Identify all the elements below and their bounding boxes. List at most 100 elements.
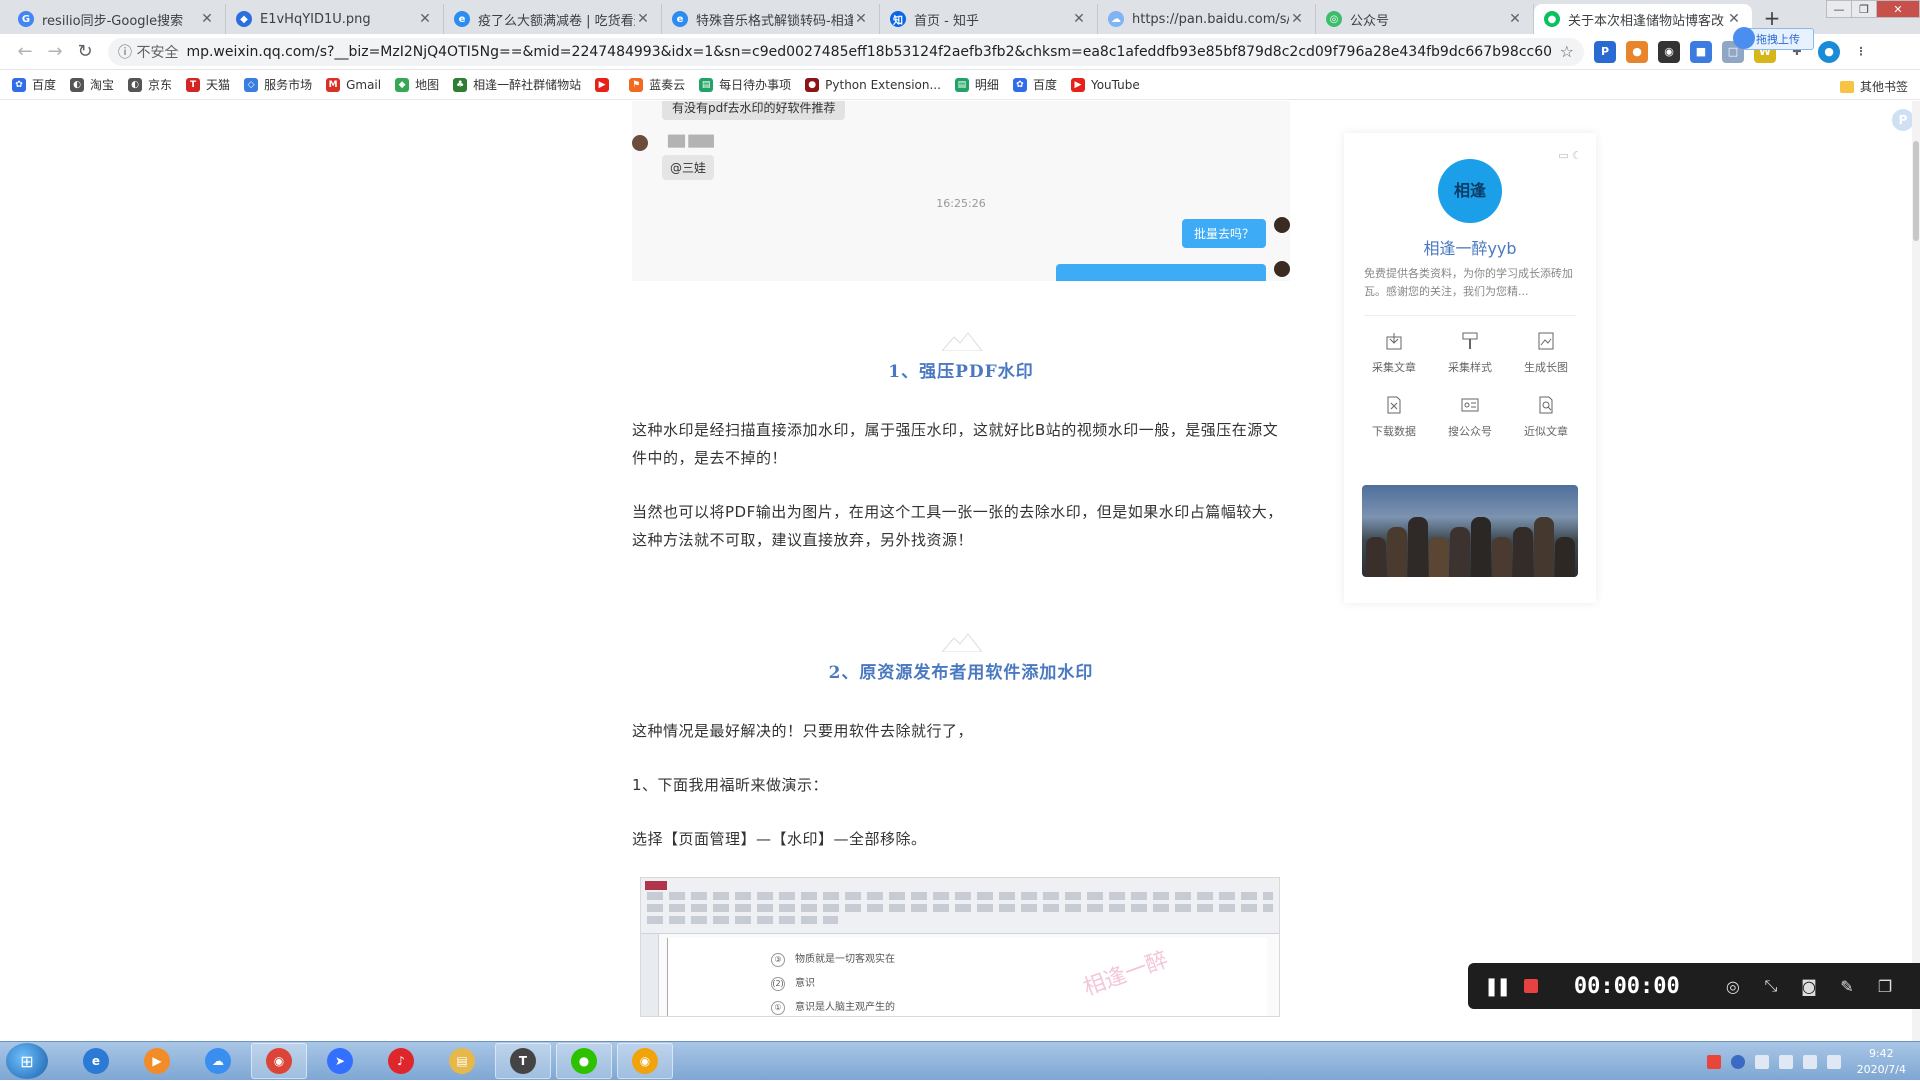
close-window-icon[interactable]: ✕ <box>1876 0 1920 18</box>
profile-action[interactable]: 近似文章 <box>1508 395 1584 439</box>
browser-tab[interactable]: ● 关于本次相逢储物站博客改 ✕ <box>1534 4 1752 34</box>
taskbar-app[interactable]: ♪ <box>373 1043 429 1079</box>
taskbar-app[interactable]: ☁ <box>190 1043 246 1079</box>
bookmark-item[interactable]: ▶ <box>595 77 615 92</box>
bookmark-item[interactable]: T 天猫 <box>186 76 230 93</box>
drag-upload-chip[interactable]: 拖拽上传 <box>1733 27 1814 50</box>
bookmark-item[interactable]: M Gmail <box>326 77 381 92</box>
vertical-scrollbar[interactable] <box>1912 101 1920 1041</box>
bookmark-item[interactable]: ✿ 百度 <box>1012 76 1057 93</box>
maximize-icon[interactable]: ❐ <box>1851 0 1877 18</box>
browser-tab[interactable]: Gresilio同步-Google搜索 ✕ <box>8 4 226 34</box>
account-avatar[interactable]: 相逢 <box>1438 159 1502 223</box>
taskbar-app[interactable]: ➤ <box>312 1043 368 1079</box>
tab-close-icon[interactable]: ✕ <box>199 11 215 27</box>
tab-close-icon[interactable]: ✕ <box>1726 11 1742 27</box>
tab-close-icon[interactable]: ✕ <box>417 11 433 27</box>
other-bookmarks[interactable]: 其他书签 <box>1839 78 1908 95</box>
bookmark-item[interactable]: ▤ 明细 <box>954 76 999 93</box>
extension-mask-icon[interactable]: ◉ <box>1658 40 1680 63</box>
profile-action[interactable]: 采集样式 <box>1432 331 1508 375</box>
bookmark-item[interactable]: ◐ 淘宝 <box>70 76 114 93</box>
taskbar-app[interactable]: ◉ <box>617 1043 673 1079</box>
bookmark-item[interactable]: ⚑ 蓝奏云 <box>629 76 685 93</box>
bookmark-icon: ✿ <box>12 77 26 92</box>
shrink-icon[interactable]: ⤡ <box>1752 976 1790 996</box>
taskbar-app[interactable]: ▤ <box>434 1043 490 1079</box>
camera-icon[interactable]: ◙ <box>1790 977 1828 996</box>
taskbar-app[interactable]: ▶ <box>129 1043 185 1079</box>
browser-tab[interactable]: ◎ 公众号 ✕ <box>1316 4 1534 34</box>
tab-close-icon[interactable]: ✕ <box>853 11 869 27</box>
bookmark-item[interactable]: ● Python Extension... <box>805 77 941 92</box>
stop-icon[interactable] <box>1524 979 1538 993</box>
taskbar-app[interactable]: T <box>495 1043 551 1079</box>
floating-p-icon[interactable]: P <box>1892 109 1914 131</box>
bookmark-item[interactable]: ◇ 服务市场 <box>244 76 312 93</box>
account-name[interactable]: 相逢一醉yyb <box>1344 235 1596 259</box>
browser-tab[interactable]: ◆ E1vHqYID1U.png ✕ <box>226 4 444 34</box>
sogou-ime-icon[interactable] <box>1706 1054 1721 1069</box>
forward-icon[interactable]: → <box>40 37 70 67</box>
profile-action[interactable]: 搜公众号 <box>1432 395 1508 439</box>
bookmark-label: 明细 <box>974 78 999 92</box>
tab-close-icon[interactable]: ✕ <box>1289 11 1305 27</box>
taskbar-app[interactable]: e <box>68 1043 124 1079</box>
scrollbar-thumb[interactable] <box>1913 141 1919 241</box>
tab-close-icon[interactable]: ✕ <box>635 11 651 27</box>
browser-tab[interactable]: e 特殊音乐格式解锁转码-相逢 ✕ <box>662 4 880 34</box>
browser-tab[interactable]: e 疫了么大额满减卷 | 吃货看这 ✕ <box>444 4 662 34</box>
bookmark-item[interactable]: ◐ 京东 <box>128 76 172 93</box>
profile-action[interactable]: 下载数据 <box>1356 395 1432 439</box>
pen-icon[interactable]: ✎ <box>1828 977 1866 996</box>
security-indicator[interactable]: ⓘ 不安全 <box>118 42 178 62</box>
reload-icon[interactable]: ↻ <box>70 37 100 67</box>
volume-icon[interactable] <box>1826 1054 1841 1069</box>
bookmark-star-icon[interactable]: ☆ <box>1560 42 1574 61</box>
tab-close-icon[interactable]: ✕ <box>1071 11 1087 27</box>
profile-avatar-icon[interactable]: ● <box>1818 40 1840 63</box>
anime-banner-image[interactable] <box>1362 485 1578 577</box>
browser-tab[interactable]: 知首页 - 知乎 ✕ <box>880 4 1098 34</box>
screenshot-page <box>667 938 1267 1016</box>
bookmark-label: Python Extension... <box>825 77 941 92</box>
tab-close-icon[interactable]: ✕ <box>1507 11 1523 27</box>
system-clock[interactable]: 9:42 2020/7/4 <box>1857 1046 1906 1078</box>
tab-title: https://pan.baidu.com/s/1 <box>1132 11 1289 27</box>
bookmark-label: 每日待办事项 <box>719 78 792 92</box>
bookmark-item[interactable]: ▶ YouTube <box>1070 77 1140 92</box>
moon-icon[interactable]: ☾ <box>1572 149 1582 162</box>
bookmark-item[interactable]: ✿ 百度 <box>12 76 56 93</box>
screenshot-region-icon[interactable]: ◎ <box>1714 977 1752 996</box>
network-icon[interactable] <box>1802 1054 1817 1069</box>
taskbar-app[interactable]: ● <box>556 1043 612 1079</box>
qrcode-icon[interactable]: ▭ <box>1558 149 1568 162</box>
window-icon[interactable]: ❐ <box>1866 977 1904 996</box>
url-text[interactable]: mp.weixin.qq.com/s?__biz=MzI2NjQ4OTI5Ng=… <box>186 44 1551 60</box>
pause-icon[interactable]: ❚❚ <box>1484 976 1511 997</box>
flag-icon[interactable] <box>1778 1054 1793 1069</box>
tray-arrow-icon[interactable] <box>1754 1054 1769 1069</box>
minimize-icon[interactable]: — <box>1826 0 1852 18</box>
paragraph: 当然也可以将PDF输出为图片，在用这个工具一张一张的去除水印，但是如果水印占篇幅… <box>632 503 1283 549</box>
address-bar[interactable]: ⓘ 不安全 mp.weixin.qq.com/s?__biz=MzI2NjQ4O… <box>108 37 1584 66</box>
profile-action[interactable]: 采集文章 <box>1356 331 1432 375</box>
profile-action[interactable]: 生成长图 <box>1508 331 1584 375</box>
bookmark-item[interactable]: ▤ 每日待办事项 <box>699 76 791 93</box>
back-icon[interactable]: ← <box>10 37 40 67</box>
extension-orange-icon[interactable]: ● <box>1626 40 1648 63</box>
taskbar-app[interactable]: ◉ <box>251 1043 307 1079</box>
help-icon[interactable] <box>1730 1054 1745 1069</box>
tab-title: 特殊音乐格式解锁转码-相逢 <box>696 13 853 29</box>
start-button-icon[interactable]: ⊞ <box>6 1043 48 1079</box>
pocket-p-icon[interactable]: P <box>1594 40 1616 63</box>
browser-tab[interactable]: ☁ https://pan.baidu.com/s/1 ✕ <box>1098 4 1316 34</box>
bookmark-item[interactable]: ◆ 地图 <box>395 76 439 93</box>
bookmark-icon: ▶ <box>1070 77 1085 92</box>
collect-article-icon <box>1386 333 1402 350</box>
bookmark-icon: ✿ <box>1012 77 1027 92</box>
menu-dots-icon[interactable]: ⋮ <box>1850 41 1872 63</box>
bookmark-item[interactable]: ♣ 相逢一醉社群储物站 <box>453 76 581 93</box>
extension-blue-icon[interactable]: ■ <box>1690 40 1712 63</box>
clock-time: 9:42 <box>1868 1046 1894 1060</box>
